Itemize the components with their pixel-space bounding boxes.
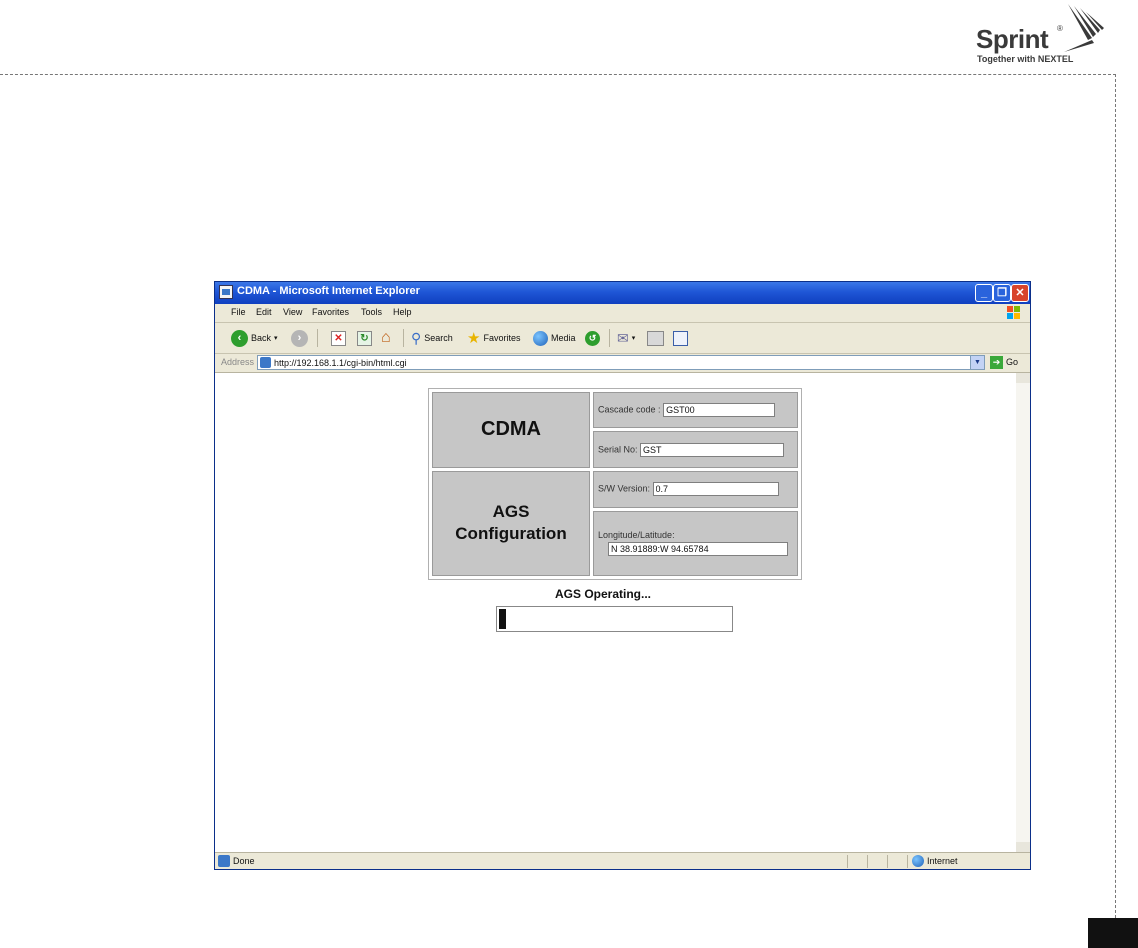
address-label: Address [221, 357, 255, 367]
maximize-button[interactable]: ❐ [993, 284, 1011, 302]
edit-page-icon [673, 330, 688, 346]
section-title-line2: Configuration [455, 524, 567, 544]
refresh-button[interactable]: ↻ [357, 329, 372, 347]
media-icon [533, 330, 548, 346]
stop-icon: ✕ [331, 330, 346, 346]
go-arrow-icon[interactable]: ➔ [990, 356, 1003, 369]
internet-zone-icon [912, 855, 924, 867]
menu-bar: File Edit View Favorites Tools Help [215, 304, 1030, 323]
home-button[interactable]: ⌂ [381, 329, 391, 347]
back-dropdown-icon[interactable]: ▾ [274, 334, 278, 342]
progress-bar [496, 606, 733, 632]
brand-name: Sprint [976, 24, 1049, 54]
print-button[interactable] [647, 329, 664, 347]
location-cell: Longitude/Latitude: [593, 510, 798, 576]
menu-file[interactable]: File [231, 307, 246, 317]
search-icon: ⚲ [411, 329, 422, 346]
sprint-wing-icon [1064, 4, 1104, 52]
close-button[interactable]: ✕ [1011, 284, 1029, 302]
menu-favorites[interactable]: Favorites [312, 307, 349, 317]
system-name: CDMA [432, 392, 590, 468]
media-button[interactable]: Media [533, 329, 576, 347]
window-title: CDMA - Microsoft Internet Explorer [237, 285, 420, 297]
page-divider-vertical [1115, 74, 1116, 948]
mail-icon: ✉ [617, 329, 629, 346]
mail-button[interactable]: ✉ ▾ [617, 329, 635, 347]
operation-title: AGS Operating... [555, 587, 652, 601]
minimize-button[interactable]: _ [975, 284, 993, 302]
title-bar[interactable]: CDMA - Microsoft Internet Explorer _ ❐ ✕ [215, 282, 1030, 304]
back-label: Back [251, 333, 272, 343]
scroll-up-button[interactable] [1016, 373, 1030, 383]
go-button[interactable]: Go [1006, 357, 1018, 367]
status-page-icon [218, 855, 230, 867]
scroll-down-button[interactable] [1016, 842, 1030, 852]
search-label: Search [424, 333, 453, 343]
location-field-wrap [598, 542, 793, 557]
serial-cell: Serial No: [593, 431, 798, 468]
menu-edit[interactable]: Edit [256, 307, 272, 317]
page-divider-horizontal [0, 74, 1116, 75]
status-divider [887, 855, 888, 868]
back-button[interactable]: ‹ Back ▾ [231, 329, 278, 347]
status-divider [907, 855, 908, 868]
sprint-logo: Sprint ® Together with NEXTEL [976, 2, 1106, 66]
cascade-code-field[interactable] [663, 403, 776, 418]
address-dropdown-icon[interactable]: ▼ [970, 356, 984, 369]
cascade-cell: Cascade code : [593, 392, 798, 429]
serial-label: Serial No: [598, 443, 638, 454]
toolbar-separator [609, 329, 610, 347]
status-text: Done [233, 856, 255, 866]
address-bar: Address ▼ ➔ Go [215, 354, 1030, 373]
section-title: AGS Configuration [432, 470, 590, 576]
cascade-label: Cascade code : [598, 404, 661, 415]
toolbar-separator [317, 329, 318, 347]
search-button[interactable]: ⚲ Search [411, 329, 453, 347]
sw-version-cell: S/W Version: [593, 470, 798, 508]
browser-window: CDMA - Microsoft Internet Explorer _ ❐ ✕… [214, 281, 1031, 870]
page-icon [260, 357, 271, 368]
serial-number-field[interactable] [640, 442, 785, 457]
address-box[interactable]: ▼ [257, 355, 985, 370]
favorites-star-icon: ★ [467, 330, 481, 347]
progress-fill [499, 609, 506, 629]
windows-logo-icon [1006, 305, 1022, 321]
vertical-scrollbar[interactable] [1016, 373, 1030, 852]
toolbar: ‹ Back ▾ › ✕ ↻ ⌂ ⚲ Search ★ Favorites Me… [215, 323, 1030, 354]
page-number-tab [1088, 918, 1138, 948]
edit-button[interactable] [673, 329, 688, 347]
media-label: Media [551, 333, 576, 343]
sw-version-label: S/W Version: [598, 483, 651, 494]
sw-version-field[interactable] [652, 482, 779, 497]
status-divider [847, 855, 848, 868]
forward-arrow-icon: › [291, 329, 308, 347]
favorites-button[interactable]: ★ Favorites [467, 329, 520, 347]
menu-help[interactable]: Help [393, 307, 412, 317]
location-field[interactable] [608, 542, 788, 557]
refresh-icon: ↻ [357, 330, 372, 346]
config-table: CDMA Cascade code : Serial No: AGS Confi… [428, 388, 802, 580]
menu-view[interactable]: View [283, 307, 302, 317]
forward-button[interactable]: › [291, 329, 308, 347]
toolbar-separator [403, 329, 404, 347]
mail-dropdown-icon[interactable]: ▾ [632, 334, 636, 342]
address-input[interactable] [274, 356, 964, 369]
status-bar: Done Internet [215, 852, 1030, 869]
brand-tagline: Together with NEXTEL [977, 54, 1074, 64]
back-arrow-icon: ‹ [231, 329, 248, 347]
history-button[interactable]: ↺ [585, 329, 600, 347]
security-zone: Internet [927, 856, 958, 866]
print-icon [647, 330, 664, 346]
favorites-label: Favorites [483, 333, 521, 343]
ie-page-icon [219, 285, 233, 299]
status-divider [867, 855, 868, 868]
location-label: Longitude/Latitude: [598, 530, 675, 541]
section-title-line1: AGS [492, 502, 530, 522]
history-icon: ↺ [585, 330, 600, 346]
stop-button[interactable]: ✕ [331, 329, 346, 347]
home-icon: ⌂ [381, 329, 391, 346]
menu-tools[interactable]: Tools [361, 307, 382, 317]
page-content: CDMA Cascade code : Serial No: AGS Confi… [215, 373, 1030, 852]
